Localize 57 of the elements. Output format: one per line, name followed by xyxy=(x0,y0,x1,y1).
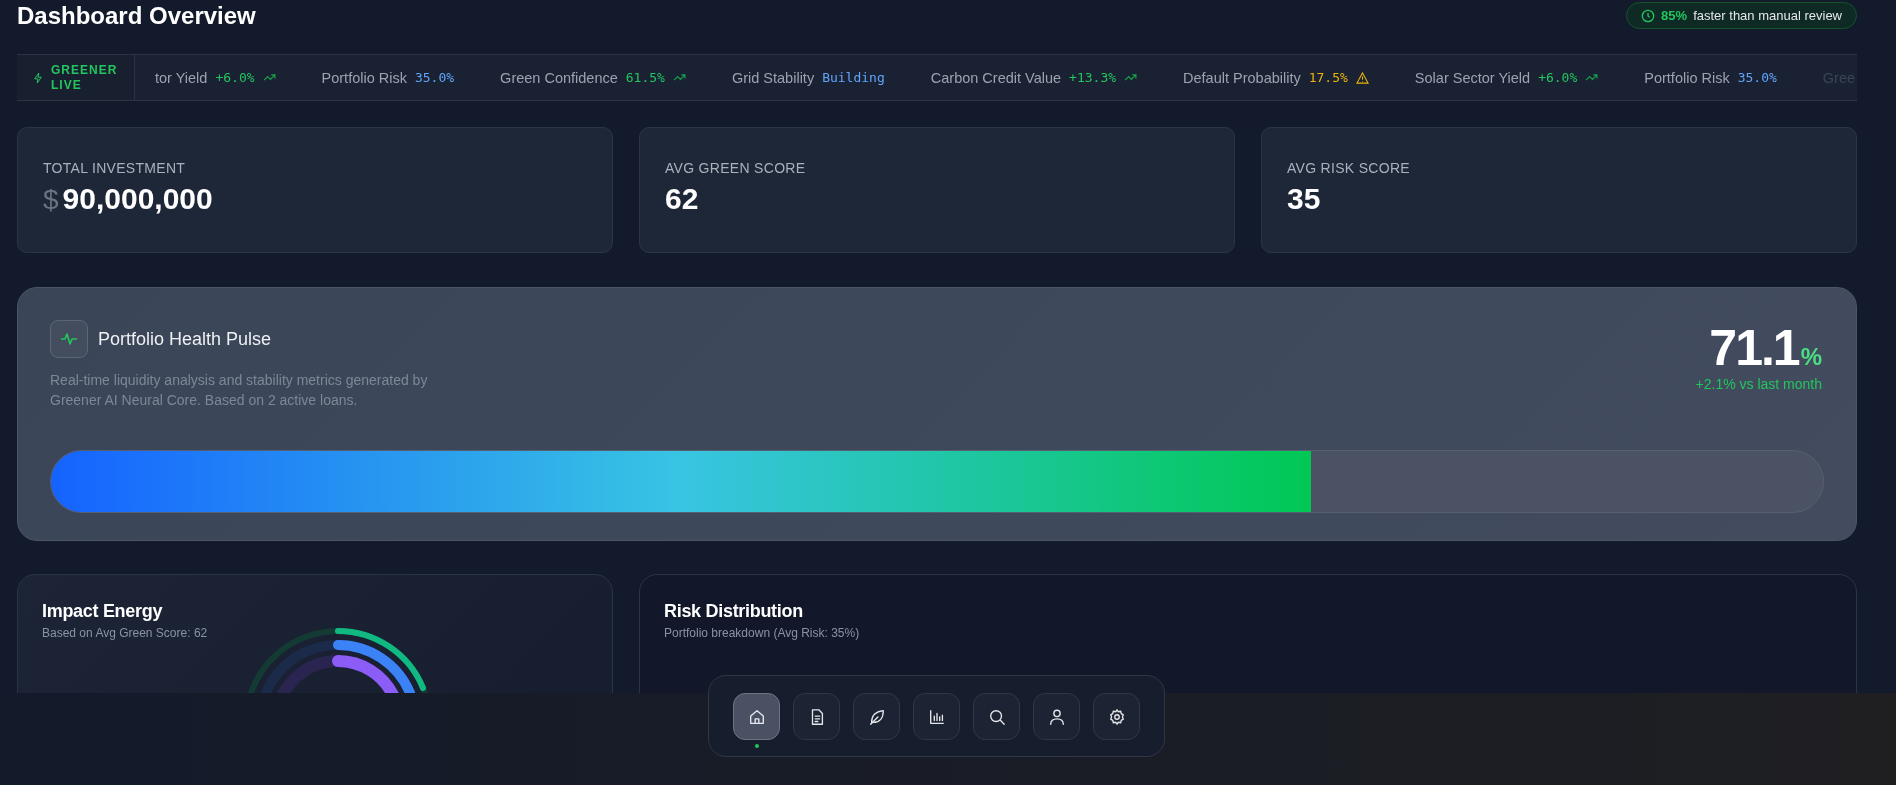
ticker-label: Portfolio Risk xyxy=(321,69,407,86)
clock-icon xyxy=(1641,8,1656,23)
page-title: Dashboard Overview xyxy=(17,1,256,30)
trend-up-icon xyxy=(1124,73,1138,82)
stat-value: 90,000,000 xyxy=(62,182,213,216)
panel-subtitle: Based on Avg Green Score: 62 xyxy=(42,626,209,640)
bolt-icon xyxy=(33,71,43,84)
pulse-icon xyxy=(50,320,88,358)
leaf-icon xyxy=(867,707,886,726)
warning-icon xyxy=(1355,71,1369,84)
change-text: +2.1% vs last month xyxy=(1695,376,1822,392)
nav-button[interactable] xyxy=(1033,693,1080,740)
nav-button[interactable] xyxy=(793,693,840,740)
ticker-label: Carbon Credit Value xyxy=(930,69,1062,86)
ticker-value: +6.0% xyxy=(215,70,255,85)
badge-percent: 85% xyxy=(1661,8,1688,23)
percent-unit: % xyxy=(1800,343,1822,371)
nav-button[interactable] xyxy=(913,693,960,740)
ticker-value: 17.5% xyxy=(1308,70,1348,85)
ticker-value: 35.0% xyxy=(1737,70,1777,85)
card-title: Portfolio Health Pulse xyxy=(98,328,272,350)
ticker-label: Green Confidence xyxy=(500,69,618,86)
ticker-value: 61.5% xyxy=(625,70,665,85)
badge-text: faster than manual review xyxy=(1693,8,1842,23)
ticker-label: Solar Sector Yield xyxy=(1414,69,1531,86)
settings-icon xyxy=(1107,707,1126,726)
ticker-label: Default Probability xyxy=(1183,69,1301,86)
trend-up-icon xyxy=(262,73,276,82)
nav-button[interactable] xyxy=(973,693,1020,740)
stat-label: AVG GREEN SCORE xyxy=(665,160,807,176)
nav-button[interactable] xyxy=(733,693,780,740)
stat-label: AVG RISK SCORE xyxy=(1287,160,1411,176)
card-description: Real-time liquidity analysis and stability metrics generated by Greener AI Neural Core. Based on 2 active loans. xyxy=(50,371,429,410)
trend-up-icon xyxy=(672,73,686,82)
search-icon xyxy=(987,707,1006,726)
ticker-value: Building xyxy=(822,70,885,85)
home-icon xyxy=(747,707,766,726)
nav-button[interactable] xyxy=(853,693,900,740)
ticker-label: Grid Stability xyxy=(731,69,815,86)
panel-title: Risk Distribution xyxy=(664,601,804,622)
currency-symbol: $ xyxy=(43,184,59,216)
ticker-value: 35.0% xyxy=(414,70,455,85)
stat-value: 35 xyxy=(1287,182,1321,216)
ticker-label: tor Yield xyxy=(155,69,208,86)
trend-up-icon xyxy=(1585,73,1599,82)
bar-chart-icon xyxy=(927,707,946,726)
live-label: GREENER LIVE xyxy=(51,62,117,93)
ticker-value: +6.0% xyxy=(1538,70,1578,85)
panel-subtitle: Portfolio breakdown (Avg Risk: 35%) xyxy=(664,626,861,640)
nav-button[interactable] xyxy=(1093,693,1140,740)
ticker-label: Portfolio Risk xyxy=(1644,69,1730,86)
health-value: 71.1 xyxy=(1709,320,1799,376)
user-icon xyxy=(1047,707,1066,726)
ticker-value: +13.3% xyxy=(1069,70,1117,85)
stat-label: TOTAL INVESTMENT xyxy=(43,160,187,176)
panel-title: Impact Energy xyxy=(42,601,164,622)
stat-value: 62 xyxy=(665,182,699,216)
